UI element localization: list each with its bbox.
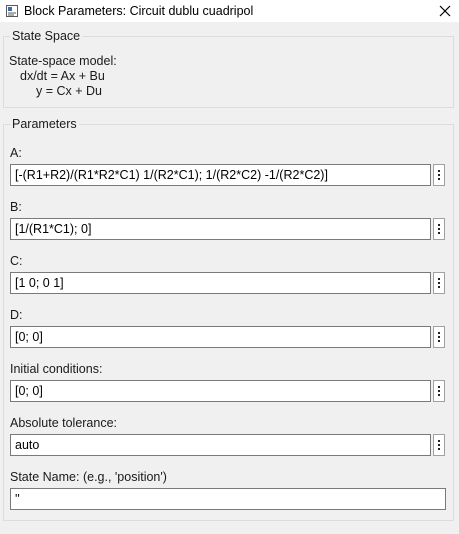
field-label-a: A: — [10, 146, 22, 160]
matrix-a-input[interactable] — [10, 164, 431, 186]
matrix-a-more-button[interactable] — [433, 164, 445, 186]
close-icon — [439, 5, 451, 17]
field-label-c: C: — [10, 254, 23, 268]
field-label-initial-conditions: Initial conditions: — [10, 362, 103, 376]
parameters-title: Parameters — [10, 117, 79, 131]
field-label-absolute-tolerance: Absolute tolerance: — [10, 416, 118, 430]
more-options-icon — [438, 332, 440, 342]
state-space-group: State Space State-space model: dx/dt = A… — [3, 29, 454, 108]
field-label-state-name: State Name: (e.g., 'position') — [10, 470, 167, 484]
initial-conditions-more-button[interactable] — [433, 380, 445, 402]
field-label-b: B: — [10, 200, 22, 214]
dialog-body: State Space State-space model: dx/dt = A… — [0, 22, 459, 534]
matrix-b-input[interactable] — [10, 218, 431, 240]
more-options-icon — [438, 386, 440, 396]
initial-conditions-input[interactable] — [10, 380, 431, 402]
matrix-d-input[interactable] — [10, 326, 431, 348]
matrix-c-input[interactable] — [10, 272, 431, 294]
more-options-icon — [438, 278, 440, 288]
state-equation: dx/dt = Ax + Bu — [20, 69, 105, 83]
title-bar: Block Parameters: Circuit dublu cuadripo… — [0, 0, 459, 22]
absolute-tolerance-input[interactable] — [10, 434, 431, 456]
model-description: State-space model: — [9, 54, 117, 68]
state-space-title: State Space — [10, 29, 83, 43]
field-label-d: D: — [10, 308, 23, 322]
window-title: Block Parameters: Circuit dublu cuadripo… — [24, 4, 254, 18]
more-options-icon — [438, 440, 440, 450]
output-equation: y = Cx + Du — [36, 84, 102, 98]
close-button[interactable] — [431, 0, 459, 22]
matrix-b-more-button[interactable] — [433, 218, 445, 240]
matrix-c-more-button[interactable] — [433, 272, 445, 294]
block-parameters-icon — [6, 5, 18, 17]
more-options-icon — [438, 170, 440, 180]
absolute-tolerance-more-button[interactable] — [433, 434, 445, 456]
matrix-d-more-button[interactable] — [433, 326, 445, 348]
state-name-input[interactable] — [10, 488, 446, 510]
more-options-icon — [438, 224, 440, 234]
